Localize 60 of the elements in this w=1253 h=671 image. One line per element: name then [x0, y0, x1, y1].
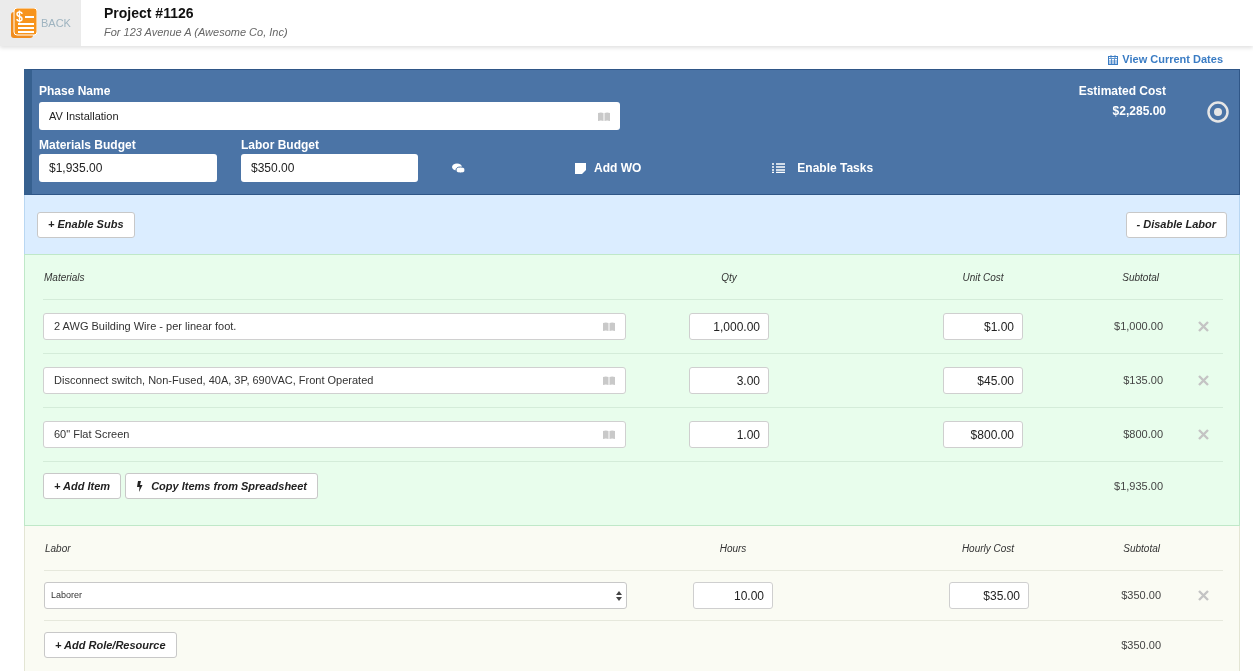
select-arrows-icon	[616, 590, 622, 601]
note-icon	[575, 162, 586, 174]
column-header: Hourly Cost	[960, 541, 1016, 556]
labor-budget-field[interactable]: $350.00	[241, 154, 418, 182]
add-wo-button[interactable]: Add WO	[575, 159, 642, 177]
estimated-cost-value: $2,285.00	[1111, 103, 1166, 120]
role-select[interactable]: Laborer	[44, 582, 627, 609]
phase-name-field[interactable]: AV Installation	[39, 102, 620, 130]
book-icon	[598, 111, 610, 121]
remove-icon[interactable]	[1197, 375, 1209, 386]
remove-icon[interactable]	[1197, 590, 1209, 601]
book-icon	[603, 430, 615, 439]
comments-icon[interactable]	[452, 162, 465, 174]
estimated-cost-label: Estimated Cost	[1077, 83, 1166, 100]
phase-name-label: Phase Name	[39, 83, 112, 100]
enable-subs-button[interactable]: + Enable Subs	[37, 211, 135, 238]
column-header: Subtotal	[1122, 541, 1161, 556]
subtotal-value: $350.00	[1120, 588, 1162, 604]
book-icon	[603, 376, 615, 385]
column-header: Qty	[720, 270, 738, 285]
material-name-field[interactable]: Disconnect switch, Non-Fused, 40A, 3P, 690VAC, Front Operated	[43, 367, 626, 394]
subtotal-value: $135.00	[1122, 373, 1163, 389]
material-name-field[interactable]: 2 AWG Building Wire - per linear foot.	[43, 313, 626, 340]
materials-budget-label: Materials Budget	[39, 137, 137, 154]
labor-total: $350.00	[1120, 637, 1162, 653]
project-title: Project #1126	[104, 4, 195, 23]
labor-budget-label: Labor Budget	[241, 137, 320, 154]
column-header: Subtotal	[1121, 270, 1160, 285]
enable-tasks-button[interactable]: Enable Tasks	[772, 159, 874, 177]
book-icon	[603, 322, 615, 331]
subtotal-value: $800.00	[1122, 427, 1163, 443]
quantity-field[interactable]: 1,000.00	[689, 313, 769, 340]
invoice-icon	[11, 8, 37, 38]
quantity-field[interactable]: 1.00	[689, 421, 769, 448]
add-role-button[interactable]: + Add Role/Resource	[44, 632, 177, 658]
target-icon[interactable]	[1207, 101, 1229, 123]
remove-icon[interactable]	[1197, 429, 1209, 440]
unit-cost-field[interactable]: $1.00	[943, 313, 1023, 340]
quantity-field[interactable]: 3.00	[689, 367, 769, 394]
subtotal-value: $1,000.00	[1113, 319, 1163, 335]
column-header: Unit Cost	[961, 270, 1005, 285]
column-header: Labor	[44, 541, 72, 556]
column-header: Materials	[43, 270, 86, 285]
unit-cost-field[interactable]: $800.00	[943, 421, 1023, 448]
calendar-icon	[1108, 54, 1119, 65]
materials-budget-field[interactable]: $1,935.00	[39, 154, 217, 182]
unit-cost-field[interactable]: $45.00	[943, 367, 1023, 394]
lightning-icon	[136, 480, 144, 492]
list-icon	[772, 163, 786, 173]
hours-field[interactable]: 10.00	[693, 582, 773, 609]
disable-labor-button[interactable]: - Disable Labor	[1125, 211, 1227, 238]
material-name-field[interactable]: 60" Flat Screen	[43, 421, 626, 448]
column-header: Hours	[718, 541, 748, 556]
materials-total: $1,935.00	[1113, 478, 1163, 494]
copy-items-button[interactable]: Copy Items from Spreadsheet	[125, 473, 318, 499]
add-item-button[interactable]: + Add Item	[43, 473, 122, 499]
hourly-cost-field[interactable]: $35.00	[949, 582, 1029, 609]
view-current-dates-link[interactable]: View Current Dates	[1108, 50, 1223, 69]
remove-icon[interactable]	[1197, 321, 1209, 332]
project-subtitle: For 123 Avenue A (Awesome Co, Inc)	[104, 25, 288, 40]
